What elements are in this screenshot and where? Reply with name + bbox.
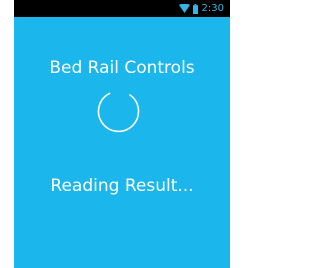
battery-icon — [192, 3, 198, 14]
app-screen: 2:30 Bed Rail Controls Reading Result... — [14, 0, 230, 268]
status-message: Reading Result... — [50, 176, 194, 196]
page-title: Bed Rail Controls — [49, 58, 195, 78]
status-icons: 2:30 — [178, 1, 224, 16]
status-time: 2:30 — [201, 3, 224, 14]
status-bar: 2:30 — [14, 0, 230, 17]
loading-spinner — [97, 92, 140, 133]
wifi-icon — [178, 4, 190, 13]
